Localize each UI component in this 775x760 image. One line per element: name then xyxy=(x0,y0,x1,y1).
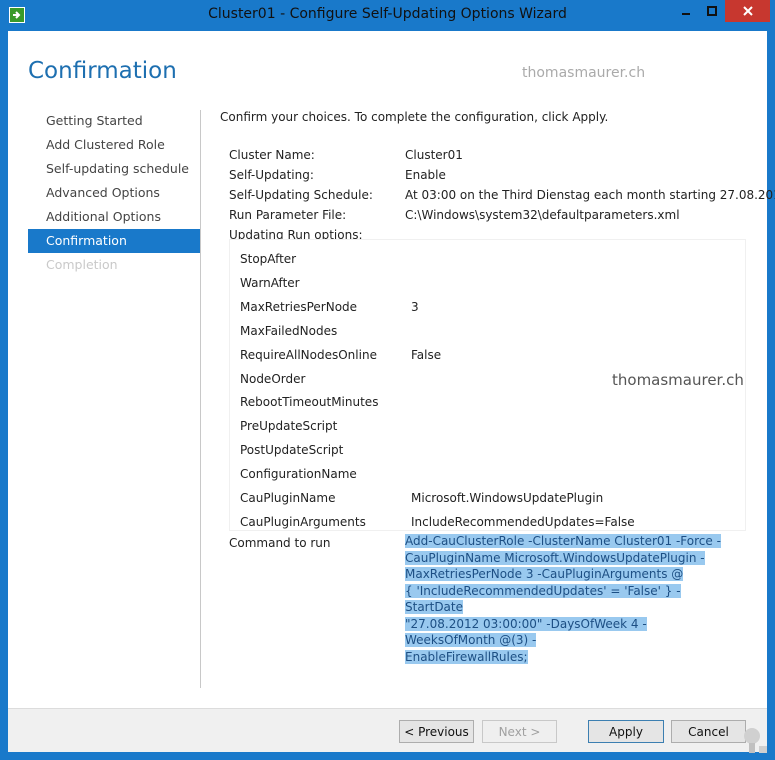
command-line: Add-CauClusterRole -ClusterName Cluster0… xyxy=(405,534,721,548)
apply-button[interactable]: Apply xyxy=(588,720,664,743)
command-label: Command to run xyxy=(229,536,331,550)
option-key: CauPluginArguments xyxy=(240,515,366,529)
option-key: MaxRetriesPerNode xyxy=(240,300,358,314)
nav-step-add-clustered-role[interactable]: Add Clustered Role xyxy=(28,133,200,157)
option-value: 3 xyxy=(411,300,419,314)
nav-divider xyxy=(200,110,201,688)
option-key: StopAfter xyxy=(240,252,297,266)
wizard-client-area: Confirmation thomasmaurer.ch Getting Sta… xyxy=(8,31,775,752)
option-key: PreUpdateScript xyxy=(240,419,338,433)
maximize-icon xyxy=(707,6,717,16)
summary-value: Enable xyxy=(405,168,446,182)
nav-step-additional-options[interactable]: Additional Options xyxy=(28,205,200,229)
close-button[interactable] xyxy=(725,0,770,22)
wizard-footer: < Previous Next > Apply Cancel xyxy=(8,709,767,752)
previous-button[interactable]: < Previous xyxy=(399,720,474,743)
title-bar: Cluster01 - Configure Self-Updating Opti… xyxy=(0,0,775,30)
nav-step-self-updating-schedule[interactable]: Self-updating schedule xyxy=(28,157,200,181)
summary-value: Cluster01 xyxy=(405,148,463,162)
summary-value: At 03:00 on the Third Dienstag each mont… xyxy=(405,188,775,202)
cancel-button[interactable]: Cancel xyxy=(671,720,746,743)
summary-key: Self-Updating: xyxy=(229,168,314,182)
next-button: Next > xyxy=(482,720,557,743)
wizard-steps-nav: Getting Started Add Clustered Role Self-… xyxy=(28,109,200,277)
watermark-header: thomasmaurer.ch xyxy=(522,65,646,81)
minimize-button[interactable] xyxy=(672,0,699,22)
command-text[interactable]: Add-CauClusterRole -ClusterName Cluster0… xyxy=(405,533,735,665)
watermark-content: thomasmaurer.ch xyxy=(612,371,744,389)
option-key: ConfigurationName xyxy=(240,467,357,481)
option-key: CauPluginName xyxy=(240,491,336,505)
page-title: Confirmation xyxy=(28,58,177,84)
summary-key: Run Parameter File: xyxy=(229,208,347,222)
option-key: RebootTimeoutMinutes xyxy=(240,395,379,409)
nav-step-confirmation[interactable]: Confirmation xyxy=(28,229,200,253)
confirmation-content: Confirm your choices. To complete the co… xyxy=(220,110,750,144)
close-icon xyxy=(742,6,753,16)
summary-key: Self-Updating Schedule: xyxy=(229,188,373,202)
nav-step-getting-started[interactable]: Getting Started xyxy=(28,109,200,133)
minimize-icon xyxy=(681,13,690,15)
maximize-button[interactable] xyxy=(699,0,725,22)
option-key: WarnAfter xyxy=(240,276,300,290)
nav-step-advanced-options[interactable]: Advanced Options xyxy=(28,181,200,205)
option-value: Microsoft.WindowsUpdatePlugin xyxy=(411,491,604,505)
option-key: RequireAllNodesOnline xyxy=(240,348,377,362)
resize-grip-icon[interactable] xyxy=(742,716,768,754)
window-title: Cluster01 - Configure Self-Updating Opti… xyxy=(208,6,567,22)
command-line: EnableFirewallRules; xyxy=(405,649,528,664)
confirmation-intro: Confirm your choices. To complete the co… xyxy=(220,110,609,124)
option-key: PostUpdateScript xyxy=(240,443,344,457)
option-value: IncludeRecommendedUpdates=False xyxy=(411,515,635,529)
nav-step-completion: Completion xyxy=(46,257,118,272)
option-key: MaxFailedNodes xyxy=(240,324,338,338)
option-key: NodeOrder xyxy=(240,372,306,386)
command-line: "27.08.2012 03:00:00" -DaysOfWeek 4 -Wee… xyxy=(405,616,647,647)
summary-value: C:\Windows\system32\defaultparameters.xm… xyxy=(405,208,680,222)
command-line: { 'IncludeRecommendedUpdates' = 'False' … xyxy=(405,583,681,614)
summary-key: Cluster Name: xyxy=(229,148,315,162)
option-value: False xyxy=(411,348,442,362)
command-line: CauPluginName Microsoft.WindowsUpdatePlu… xyxy=(405,550,705,565)
command-line: MaxRetriesPerNode 3 -CauPluginArguments … xyxy=(405,567,684,581)
